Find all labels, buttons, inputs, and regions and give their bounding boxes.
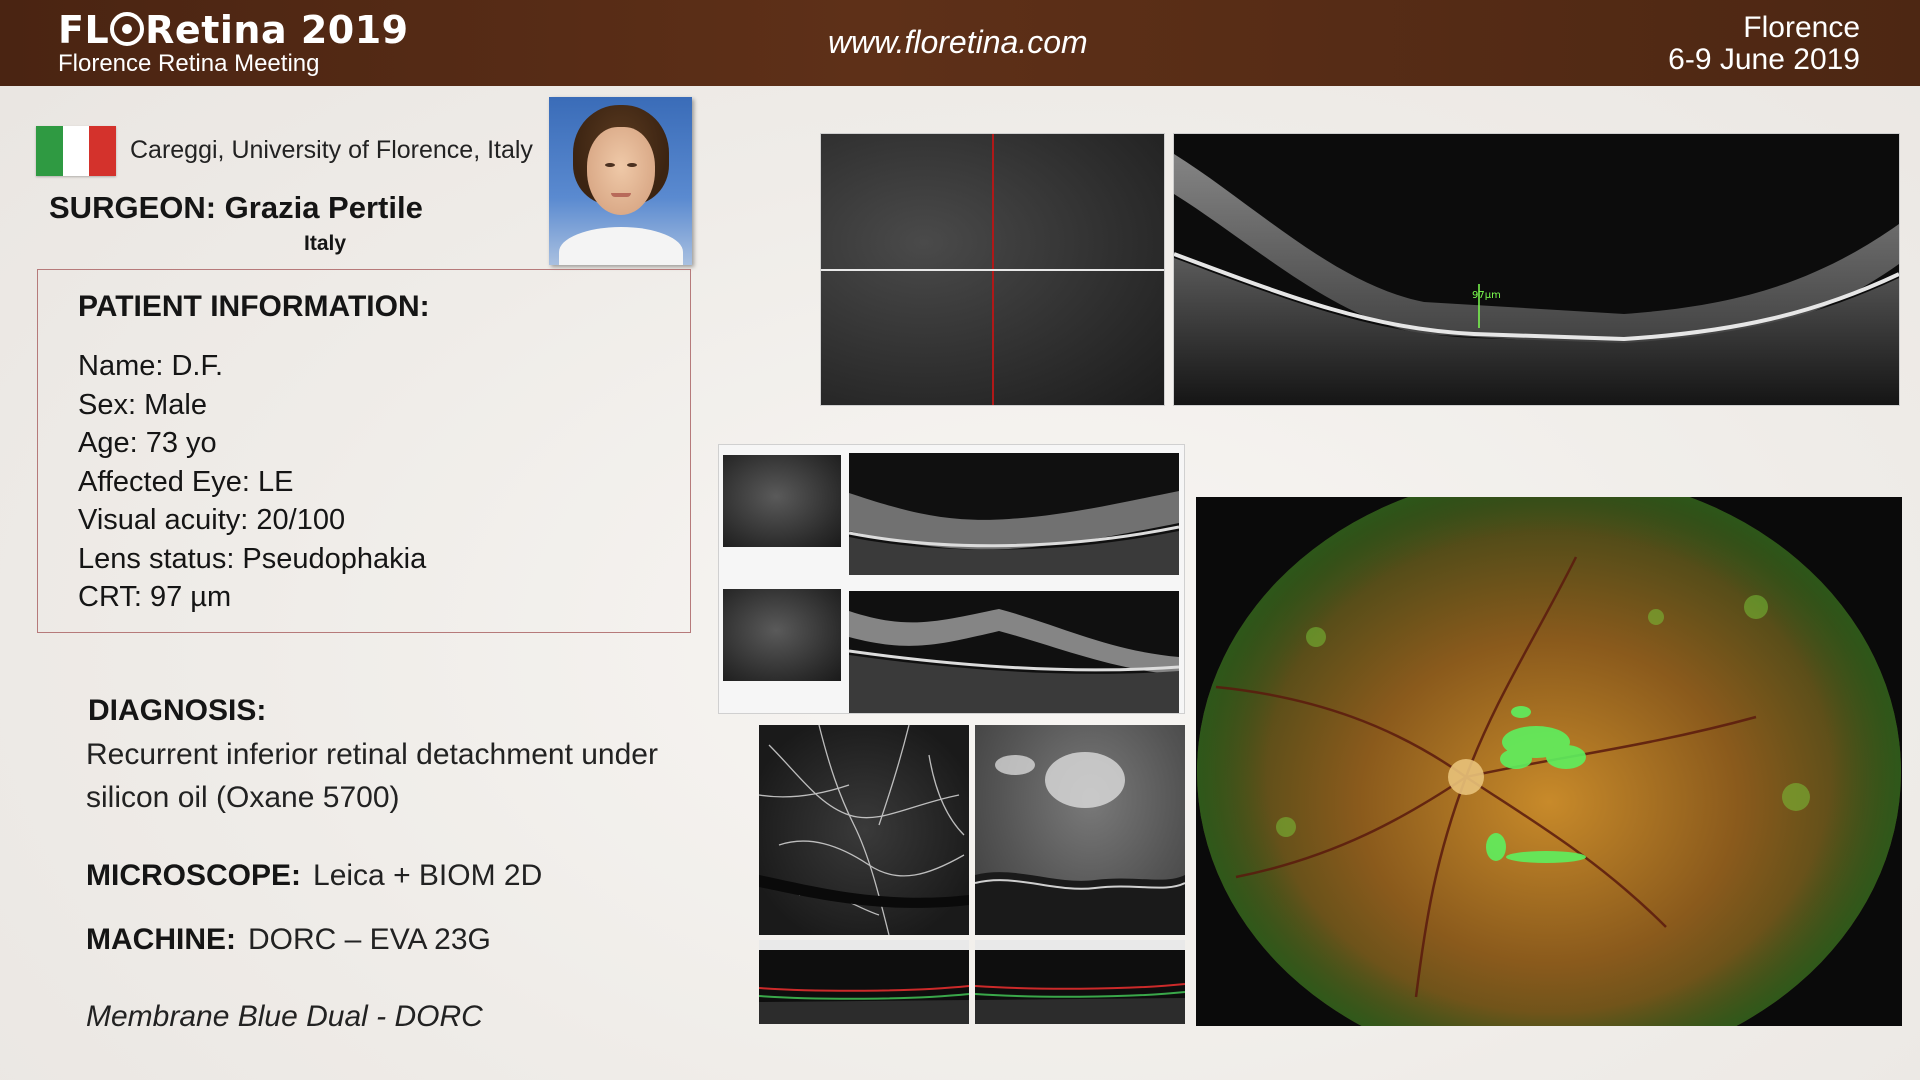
oct-strip-right — [975, 940, 1185, 1024]
affiliation: Careggi, University of Florence, Italy — [130, 136, 533, 164]
mini-bscan-preop — [848, 453, 1180, 575]
patient-info-list: Name: D.F. Sex: Male Age: 73 yo Affected… — [78, 347, 426, 617]
header-url: www.floretina.com — [828, 24, 1088, 60]
widefield-fundus-image — [1196, 497, 1902, 1026]
header-location: Florence 6-9 June 2019 — [1668, 12, 1860, 76]
fundus-autofluorescence-image — [975, 725, 1185, 935]
diagnosis-heading: DIAGNOSIS: — [88, 694, 267, 727]
brand-title: FL Retina 2019 — [58, 8, 409, 52]
oct-bscan-drawing — [1174, 154, 1899, 405]
italy-flag-icon — [36, 126, 117, 176]
patient-sex: Sex: Male — [78, 388, 207, 421]
dye-note: Membrane Blue Dual - DORC — [86, 1000, 483, 1033]
oct-angiography-image — [759, 725, 969, 935]
brand-subtitle: Florence Retina Meeting — [58, 50, 320, 77]
patient-age: Age: 73 yo — [78, 427, 217, 459]
microscope-row: MICROSCOPE: Leica + BIOM 2D — [86, 859, 542, 893]
slide-header: FL Retina 2019 Florence Retina Meeting ww… — [0, 0, 1920, 86]
patient-info-box: PATIENT INFORMATION: Name: D.F. Sex: Mal… — [37, 269, 691, 633]
brand-prefix: FL — [58, 8, 110, 52]
header-dates: 6-9 June 2019 — [1668, 43, 1860, 76]
mini-fundus-preop — [723, 455, 841, 547]
oct-thickness-label: 97µm — [1472, 290, 1501, 301]
patient-visual-acuity: Visual acuity: 20/100 — [78, 504, 346, 536]
patient-info-title: PATIENT INFORMATION: — [78, 290, 430, 323]
microscope-value: Leica + BIOM 2D — [313, 859, 543, 892]
patient-crt: CRT: 97 µm — [78, 581, 232, 613]
surgeon-portrait — [549, 97, 692, 265]
scan-horizontal-line — [821, 269, 1164, 271]
machine-label: MACHINE: — [86, 923, 236, 956]
surgeon-country: Italy — [304, 232, 347, 255]
mini-fundus-postop — [723, 589, 841, 681]
diagnosis-text: Recurrent inferior retinal detachment un… — [86, 738, 658, 814]
oct-bscan-image: 97µm — [1173, 133, 1900, 406]
machine-row: MACHINE: DORC – EVA 23G — [86, 923, 491, 957]
patient-lens-status: Lens status: Pseudophakia — [78, 542, 427, 575]
oct-strip-left — [759, 940, 969, 1024]
header-city: Florence — [1743, 11, 1860, 44]
oct-comparison-panel — [718, 444, 1185, 714]
microscope-label: MICROSCOPE: — [86, 859, 302, 892]
brand-suffix: Retina 2019 — [145, 8, 409, 52]
mini-bscan-postop — [848, 591, 1180, 713]
surgeon-name: SURGEON: Grazia Pertile — [49, 190, 423, 225]
patient-affected-eye: Affected Eye: LE — [78, 465, 294, 498]
oct-fundus-image — [820, 133, 1165, 406]
patient-name: Name: D.F. — [78, 350, 224, 382]
machine-value: DORC – EVA 23G — [248, 923, 491, 956]
eye-logo-icon — [110, 12, 145, 46]
